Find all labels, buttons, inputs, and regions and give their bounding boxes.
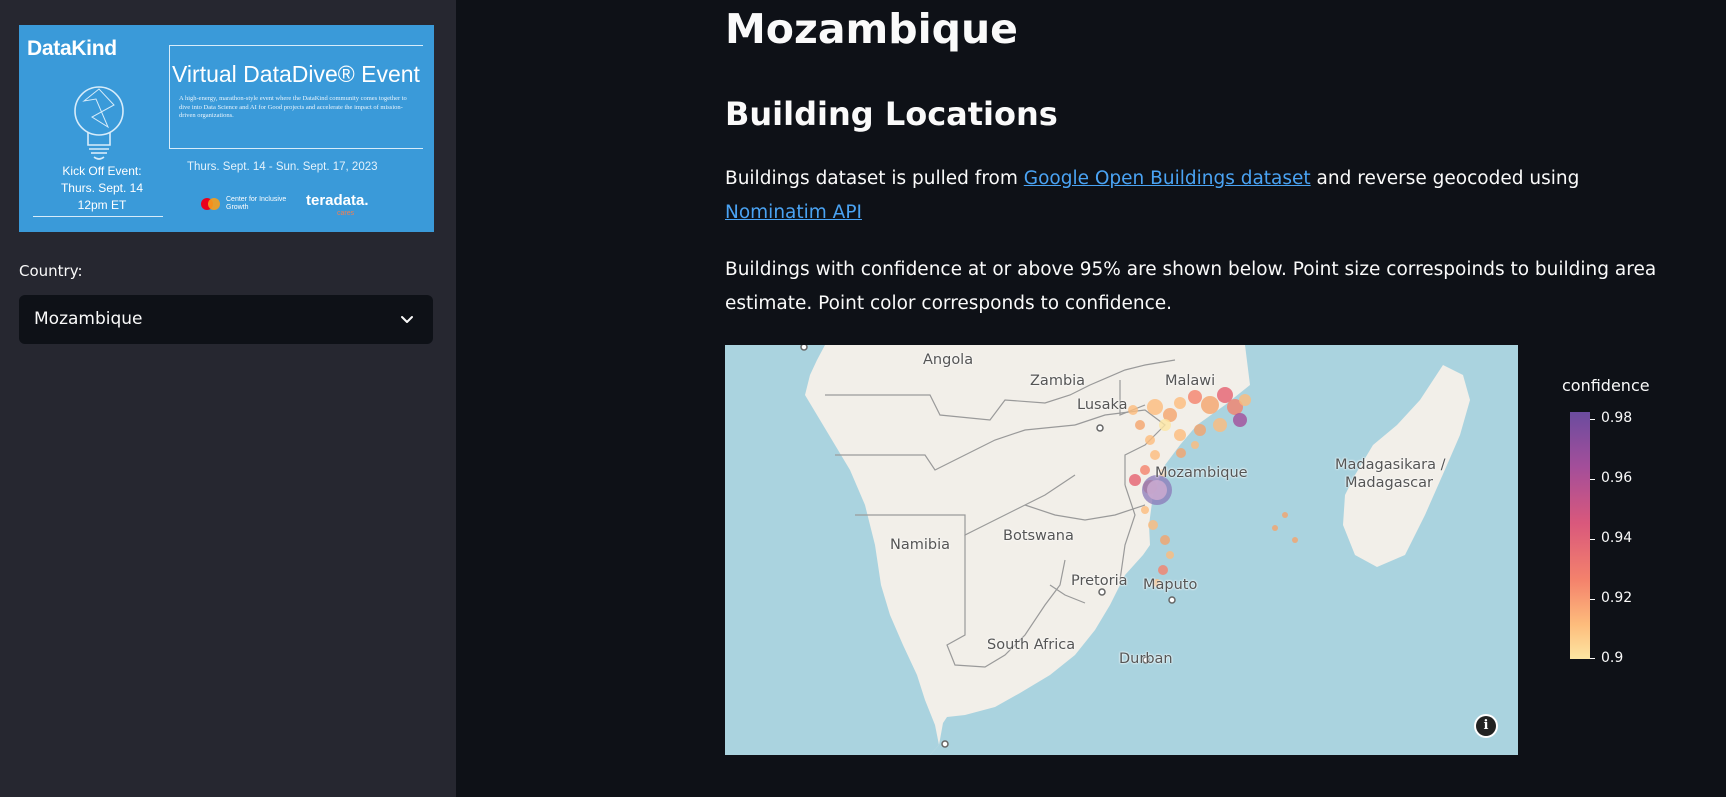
country-select-value: Mozambique	[34, 309, 143, 329]
event-banner-image: DataKind Kick Off Event: Thurs. Sept. 14…	[19, 25, 434, 232]
colorbar-tick-mark	[1590, 599, 1595, 600]
colorbar-tick-mark	[1590, 479, 1595, 480]
country-label: Country:	[19, 262, 83, 280]
map-label-madagascar: Madagascar	[1345, 475, 1433, 491]
divider	[169, 45, 170, 149]
country-select[interactable]: Mozambique	[19, 295, 433, 344]
section-title: Building Locations	[725, 95, 1058, 133]
teradata-logo: teradata.	[306, 192, 369, 209]
map-attribution-info-button[interactable]: i	[1474, 714, 1498, 738]
page-title: Mozambique	[725, 5, 1018, 53]
map-label-angola: Angola	[923, 352, 974, 368]
colorbar-tick-mark	[1590, 658, 1595, 659]
colorbar-tick-label: 0.98	[1601, 410, 1633, 426]
map-label-madagascar-local: Madagasikara /	[1335, 457, 1446, 473]
colorbar-tick-mark	[1590, 539, 1595, 540]
lightbulb-icon	[74, 86, 124, 160]
colorbar-tick-mark	[1590, 419, 1595, 420]
map-label-botswana: Botswana	[1003, 528, 1074, 544]
mastercard-logo-icon	[201, 198, 220, 210]
event-dates: Thurs. Sept. 14 - Sun. Sept. 17, 2023	[187, 161, 378, 173]
event-description: A high-energy, marathon-style event wher…	[179, 95, 407, 119]
colorbar-title: confidence	[1562, 376, 1650, 395]
nominatim-api-link[interactable]: Nominatim API	[725, 202, 862, 223]
divider	[169, 45, 423, 46]
colorbar-tick-label: 0.92	[1601, 590, 1633, 606]
chevron-down-icon	[401, 316, 413, 323]
divider	[33, 216, 163, 217]
confidence-colorbar	[1570, 412, 1590, 659]
divider	[169, 148, 423, 149]
map-label-mozambique: Mozambique	[1155, 465, 1248, 481]
map-label-pretoria: Pretoria	[1071, 573, 1128, 589]
map-label-south-africa: South Africa	[987, 637, 1076, 653]
dataset-description: Buildings dataset is pulled from Google …	[725, 168, 1580, 223]
sidebar: DataKind Kick Off Event: Thurs. Sept. 14…	[0, 0, 456, 797]
sponsor-name: Center for Inclusive Growth	[226, 196, 287, 211]
colorbar-tick-label: 0.9	[1601, 650, 1624, 666]
building-locations-map[interactable]: Angola Zambia Malawi Lusaka Mozambique M…	[725, 345, 1518, 755]
teradata-sub: cares	[337, 210, 355, 217]
map-label-zambia: Zambia	[1030, 373, 1086, 389]
colorbar-tick-label: 0.96	[1601, 470, 1633, 486]
map-label-malawi: Malawi	[1165, 373, 1216, 389]
map-label-durban: Durban	[1119, 651, 1173, 667]
map-description: Buildings with confidence at or above 95…	[725, 259, 1657, 314]
map-label-namibia: Namibia	[890, 537, 951, 553]
map-label-maputo: Maputo	[1143, 577, 1198, 593]
kickoff-text: Kick Off Event: Thurs. Sept. 14 12pm ET	[60, 164, 144, 212]
info-icon: i	[1476, 716, 1496, 736]
colorbar-tick-label: 0.94	[1601, 530, 1633, 546]
google-open-buildings-link[interactable]: Google Open Buildings dataset	[1024, 168, 1311, 189]
map-label-lusaka: Lusaka	[1077, 397, 1128, 413]
event-title: Virtual DataDive® Event	[172, 61, 420, 87]
datakind-logo: DataKind	[27, 37, 117, 60]
